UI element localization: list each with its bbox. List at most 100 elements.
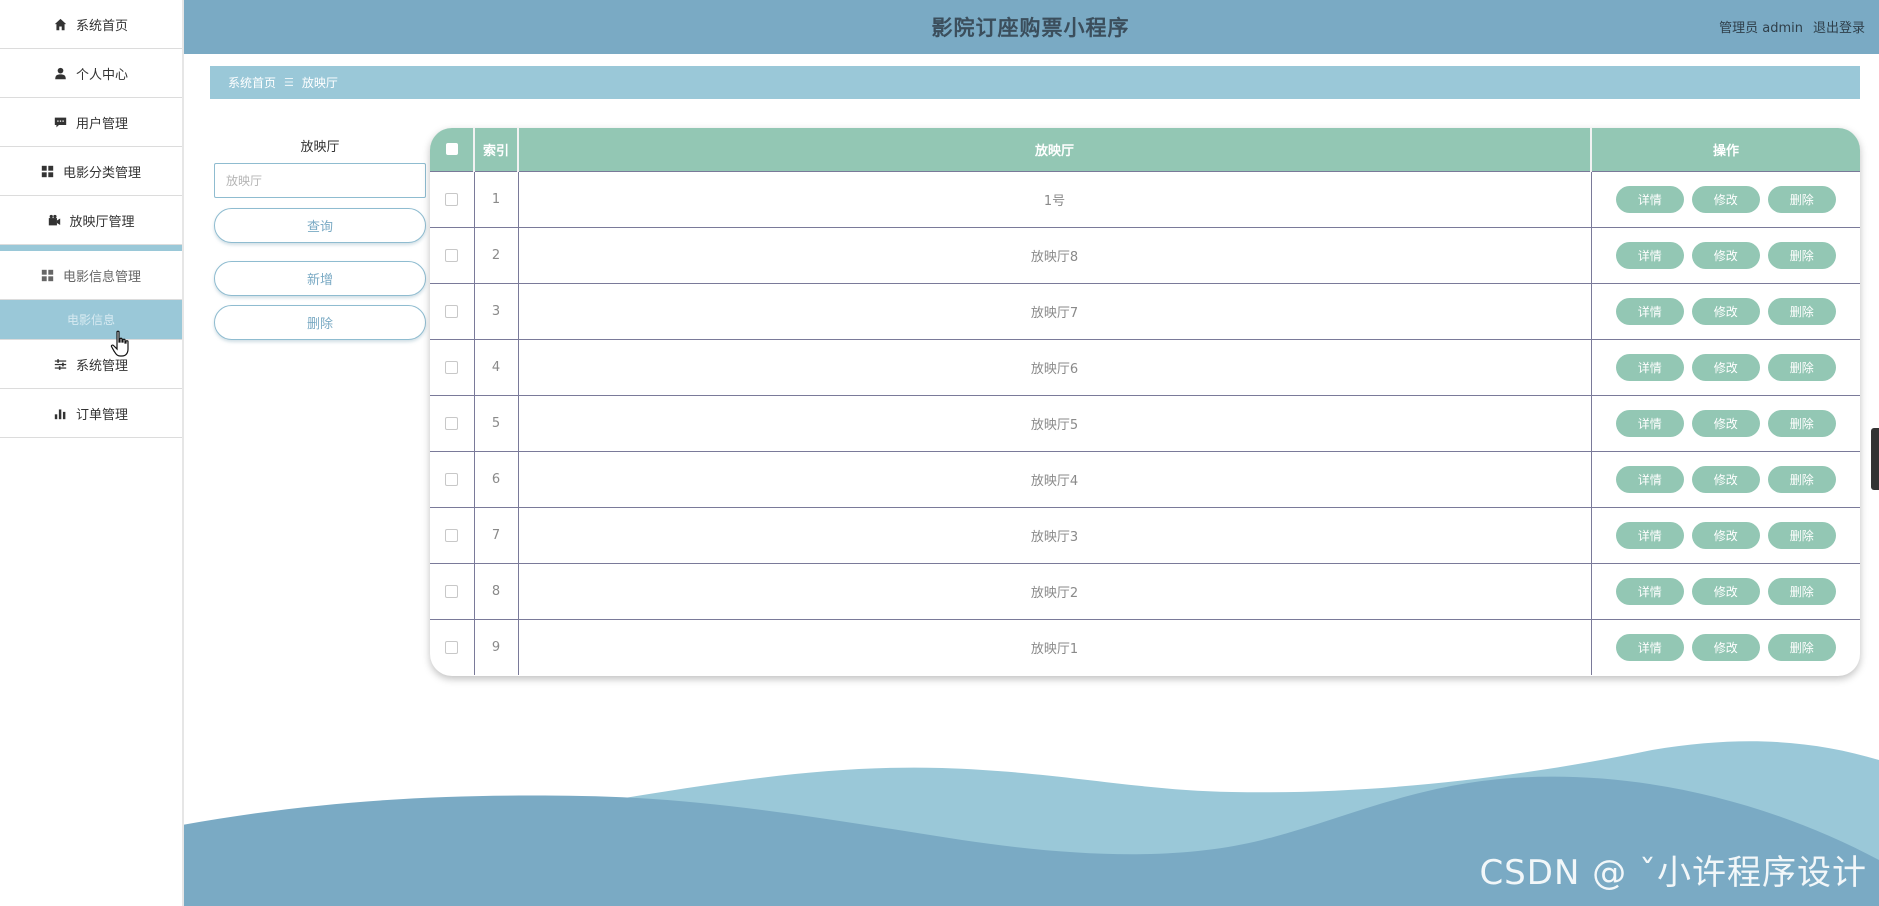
bar-chart-icon: [54, 406, 68, 420]
chat-icon: [54, 115, 68, 129]
edit-button[interactable]: 修改: [1691, 465, 1760, 493]
detail-button[interactable]: 详情: [1615, 577, 1684, 605]
row-checkbox[interactable]: [445, 192, 459, 206]
table-row: 1 1号 详情 修改 删除: [430, 171, 1860, 227]
breadcrumb-home[interactable]: 系统首页: [228, 74, 276, 91]
row-checkbox[interactable]: [445, 528, 459, 542]
row-index: 4: [474, 339, 519, 395]
detail-button[interactable]: 详情: [1615, 353, 1684, 381]
edit-button[interactable]: 修改: [1691, 633, 1760, 661]
row-checkbox[interactable]: [445, 360, 459, 374]
row-index: 5: [474, 395, 519, 451]
user-area: 管理员 admin 退出登录: [1719, 17, 1865, 36]
row-checkbox[interactable]: [445, 584, 459, 598]
row-hall-name: 放映厅2: [518, 563, 1592, 619]
edit-button[interactable]: 修改: [1691, 353, 1760, 381]
row-checkbox[interactable]: [445, 304, 459, 318]
detail-button[interactable]: 详情: [1615, 465, 1684, 493]
row-select-cell: [430, 563, 475, 619]
row-checkbox[interactable]: [445, 248, 459, 262]
row-checkbox[interactable]: [445, 416, 459, 430]
row-checkbox[interactable]: [445, 472, 459, 486]
query-button[interactable]: 查询: [214, 208, 426, 243]
delete-button[interactable]: 删除: [1767, 353, 1836, 381]
row-select-cell: [430, 227, 475, 283]
edit-button[interactable]: 修改: [1691, 521, 1760, 549]
sidebar-item-users[interactable]: 用户管理: [0, 98, 182, 147]
row-index: 9: [474, 619, 519, 675]
row-select-cell: [430, 451, 475, 507]
row-select-cell: [430, 507, 475, 563]
edit-button[interactable]: 修改: [1691, 241, 1760, 269]
sidebar-item-label: 系统首页: [75, 18, 128, 34]
table-row: 2 放映厅8 详情 修改 删除: [430, 227, 1860, 283]
sidebar: 系统首页 个人中心 用户管理 电影分类管理 放映厅管理 电影信息管理 电影信息 …: [0, 0, 184, 906]
table-row: 7 放映厅3 详情 修改 删除: [430, 507, 1860, 563]
detail-button[interactable]: 详情: [1615, 185, 1684, 213]
sidebar-item-profile[interactable]: 个人中心: [0, 49, 182, 98]
home-icon: [54, 17, 68, 31]
select-all-header: [430, 128, 475, 171]
row-hall-name: 放映厅8: [518, 227, 1592, 283]
breadcrumb: 系统首页 ☰ 放映厅: [210, 66, 1860, 99]
sidebar-item-movie-info[interactable]: 电影信息管理: [0, 245, 182, 300]
row-select-cell: [430, 339, 475, 395]
row-index: 8: [474, 563, 519, 619]
detail-button[interactable]: 详情: [1615, 633, 1684, 661]
sliders-icon: [54, 357, 68, 371]
table-row: 4 放映厅6 详情 修改 删除: [430, 339, 1860, 395]
row-actions: 详情 修改 删除: [1591, 227, 1860, 283]
row-hall-name: 放映厅4: [518, 451, 1592, 507]
sidebar-subitem-label: 电影信息: [66, 313, 115, 327]
delete-button[interactable]: 删除: [1767, 577, 1836, 605]
row-hall-name: 放映厅6: [518, 339, 1592, 395]
logout-link[interactable]: 退出登录: [1813, 17, 1865, 36]
detail-button[interactable]: 详情: [1615, 297, 1684, 325]
delete-button[interactable]: 删除: [1767, 633, 1836, 661]
sidebar-item-hall[interactable]: 放映厅管理: [0, 196, 182, 245]
sidebar-item-home[interactable]: 系统首页: [0, 0, 182, 49]
delete-button[interactable]: 删除: [1767, 297, 1836, 325]
detail-button[interactable]: 详情: [1615, 409, 1684, 437]
row-checkbox[interactable]: [445, 640, 459, 654]
sidebar-item-orders[interactable]: 订单管理: [0, 389, 182, 438]
delete-button[interactable]: 删除: [1767, 241, 1836, 269]
page-scrollbar-thumb[interactable]: [1871, 428, 1879, 490]
edit-button[interactable]: 修改: [1691, 297, 1760, 325]
delete-button[interactable]: 删除: [1767, 521, 1836, 549]
edit-button[interactable]: 修改: [1691, 577, 1760, 605]
grid-icon: [41, 268, 55, 282]
row-select-cell: [430, 395, 475, 451]
row-index: 7: [474, 507, 519, 563]
sidebar-item-label: 订单管理: [75, 407, 128, 423]
row-select-cell: [430, 283, 475, 339]
delete-button[interactable]: 删除: [1767, 465, 1836, 493]
edit-button[interactable]: 修改: [1691, 409, 1760, 437]
user-icon: [54, 66, 68, 80]
hall-search-input[interactable]: [214, 163, 426, 198]
sidebar-item-system[interactable]: 系统管理: [0, 340, 182, 389]
sidebar-item-label: 用户管理: [75, 116, 128, 132]
edit-button[interactable]: 修改: [1691, 185, 1760, 213]
row-actions: 详情 修改 删除: [1591, 563, 1860, 619]
table-header-row: 索引 放映厅 操作: [430, 128, 1860, 171]
row-hall-name: 放映厅1: [518, 619, 1592, 675]
delete-button[interactable]: 删除: [1767, 409, 1836, 437]
row-select-cell: [430, 619, 475, 675]
row-index: 2: [474, 227, 519, 283]
hall-table: 索引 放映厅 操作 1 1号 详情 修改 删除 2 放映厅8 详情 修改 删除 3 放映厅7 详情 修改删…: [430, 128, 1860, 676]
row-index: 1: [474, 171, 519, 227]
sidebar-subitem-movie-info[interactable]: 电影信息: [0, 300, 182, 340]
add-button[interactable]: 新增: [214, 261, 426, 296]
batch-delete-button[interactable]: 删除: [214, 305, 426, 340]
delete-button[interactable]: 删除: [1767, 185, 1836, 213]
select-all-checkbox[interactable]: [445, 143, 458, 156]
detail-button[interactable]: 详情: [1615, 241, 1684, 269]
detail-button[interactable]: 详情: [1615, 521, 1684, 549]
grid-icon: [41, 164, 55, 178]
hand-cursor-icon: [110, 330, 129, 357]
sidebar-item-movie-category[interactable]: 电影分类管理: [0, 147, 182, 196]
breadcrumb-separator-icon: ☰: [284, 76, 294, 89]
sidebar-item-label: 放映厅管理: [69, 214, 135, 230]
top-header: 影院订座购票小程序 管理员 admin 退出登录: [182, 0, 1879, 54]
